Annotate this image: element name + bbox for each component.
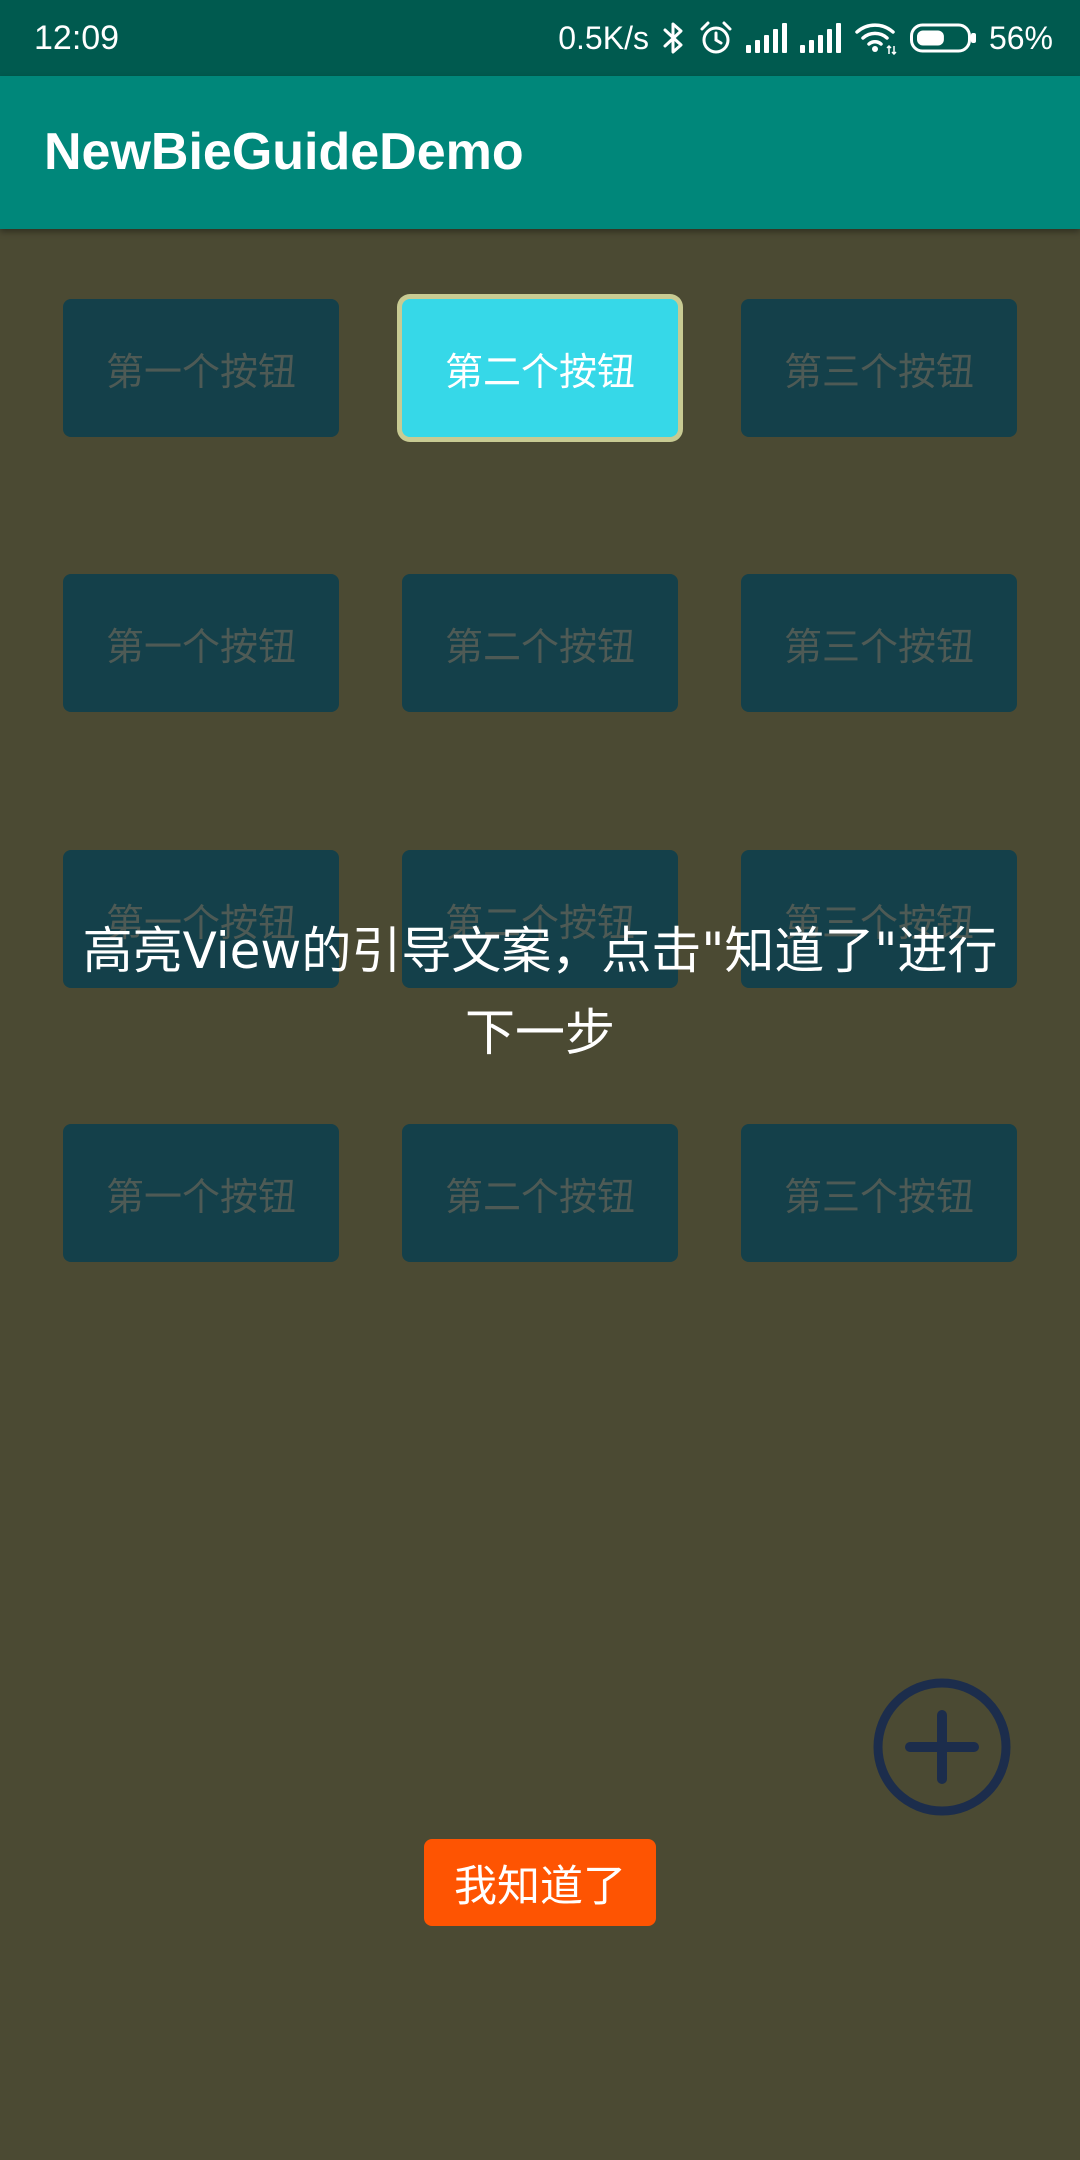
third-button[interactable]: 第三个按钮 [741,299,1017,437]
signal-icon [745,23,787,53]
guide-description: 高亮View的引导文案，点击"知道了"进行下一步 [82,922,998,1062]
second-button[interactable]: 第二个按钮 [402,1124,678,1262]
battery-icon [909,23,976,53]
status-indicators: 0.5K/s 56% [558,0,1053,76]
alarm-icon [700,21,732,54]
status-time: 12:09 [34,19,120,57]
third-button[interactable]: 第三个按钮 [741,1124,1017,1262]
button-row-2: 第一个按钮 第二个按钮 第三个按钮 [0,574,1080,712]
bluetooth-icon [663,22,683,54]
network-speed: 0.5K/s [558,20,649,56]
third-button[interactable]: 第三个按钮 [741,574,1017,712]
app-bar: NewBieGuideDemo [0,76,1080,229]
app-title: NewBieGuideDemo [44,123,524,181]
button-row-4: 第一个按钮 第二个按钮 第三个按钮 [0,1124,1080,1262]
second-button[interactable]: 第二个按钮 [402,574,678,712]
first-button[interactable]: 第一个按钮 [63,574,339,712]
got-it-button[interactable]: 我知道了 [424,1839,656,1926]
add-icon[interactable] [873,1678,1011,1816]
first-button[interactable]: 第一个按钮 [63,1124,339,1262]
wifi-icon [855,23,897,55]
status-bar: 12:09 0.5K/s 56% [0,0,1080,76]
battery-percent: 56% [988,20,1053,56]
button-row-1: 第一个按钮 第二个按钮 第三个按钮 [0,299,1080,437]
second-button[interactable]: 第二个按钮 [402,299,678,437]
first-button[interactable]: 第一个按钮 [63,299,339,437]
signal-icon [799,23,841,53]
